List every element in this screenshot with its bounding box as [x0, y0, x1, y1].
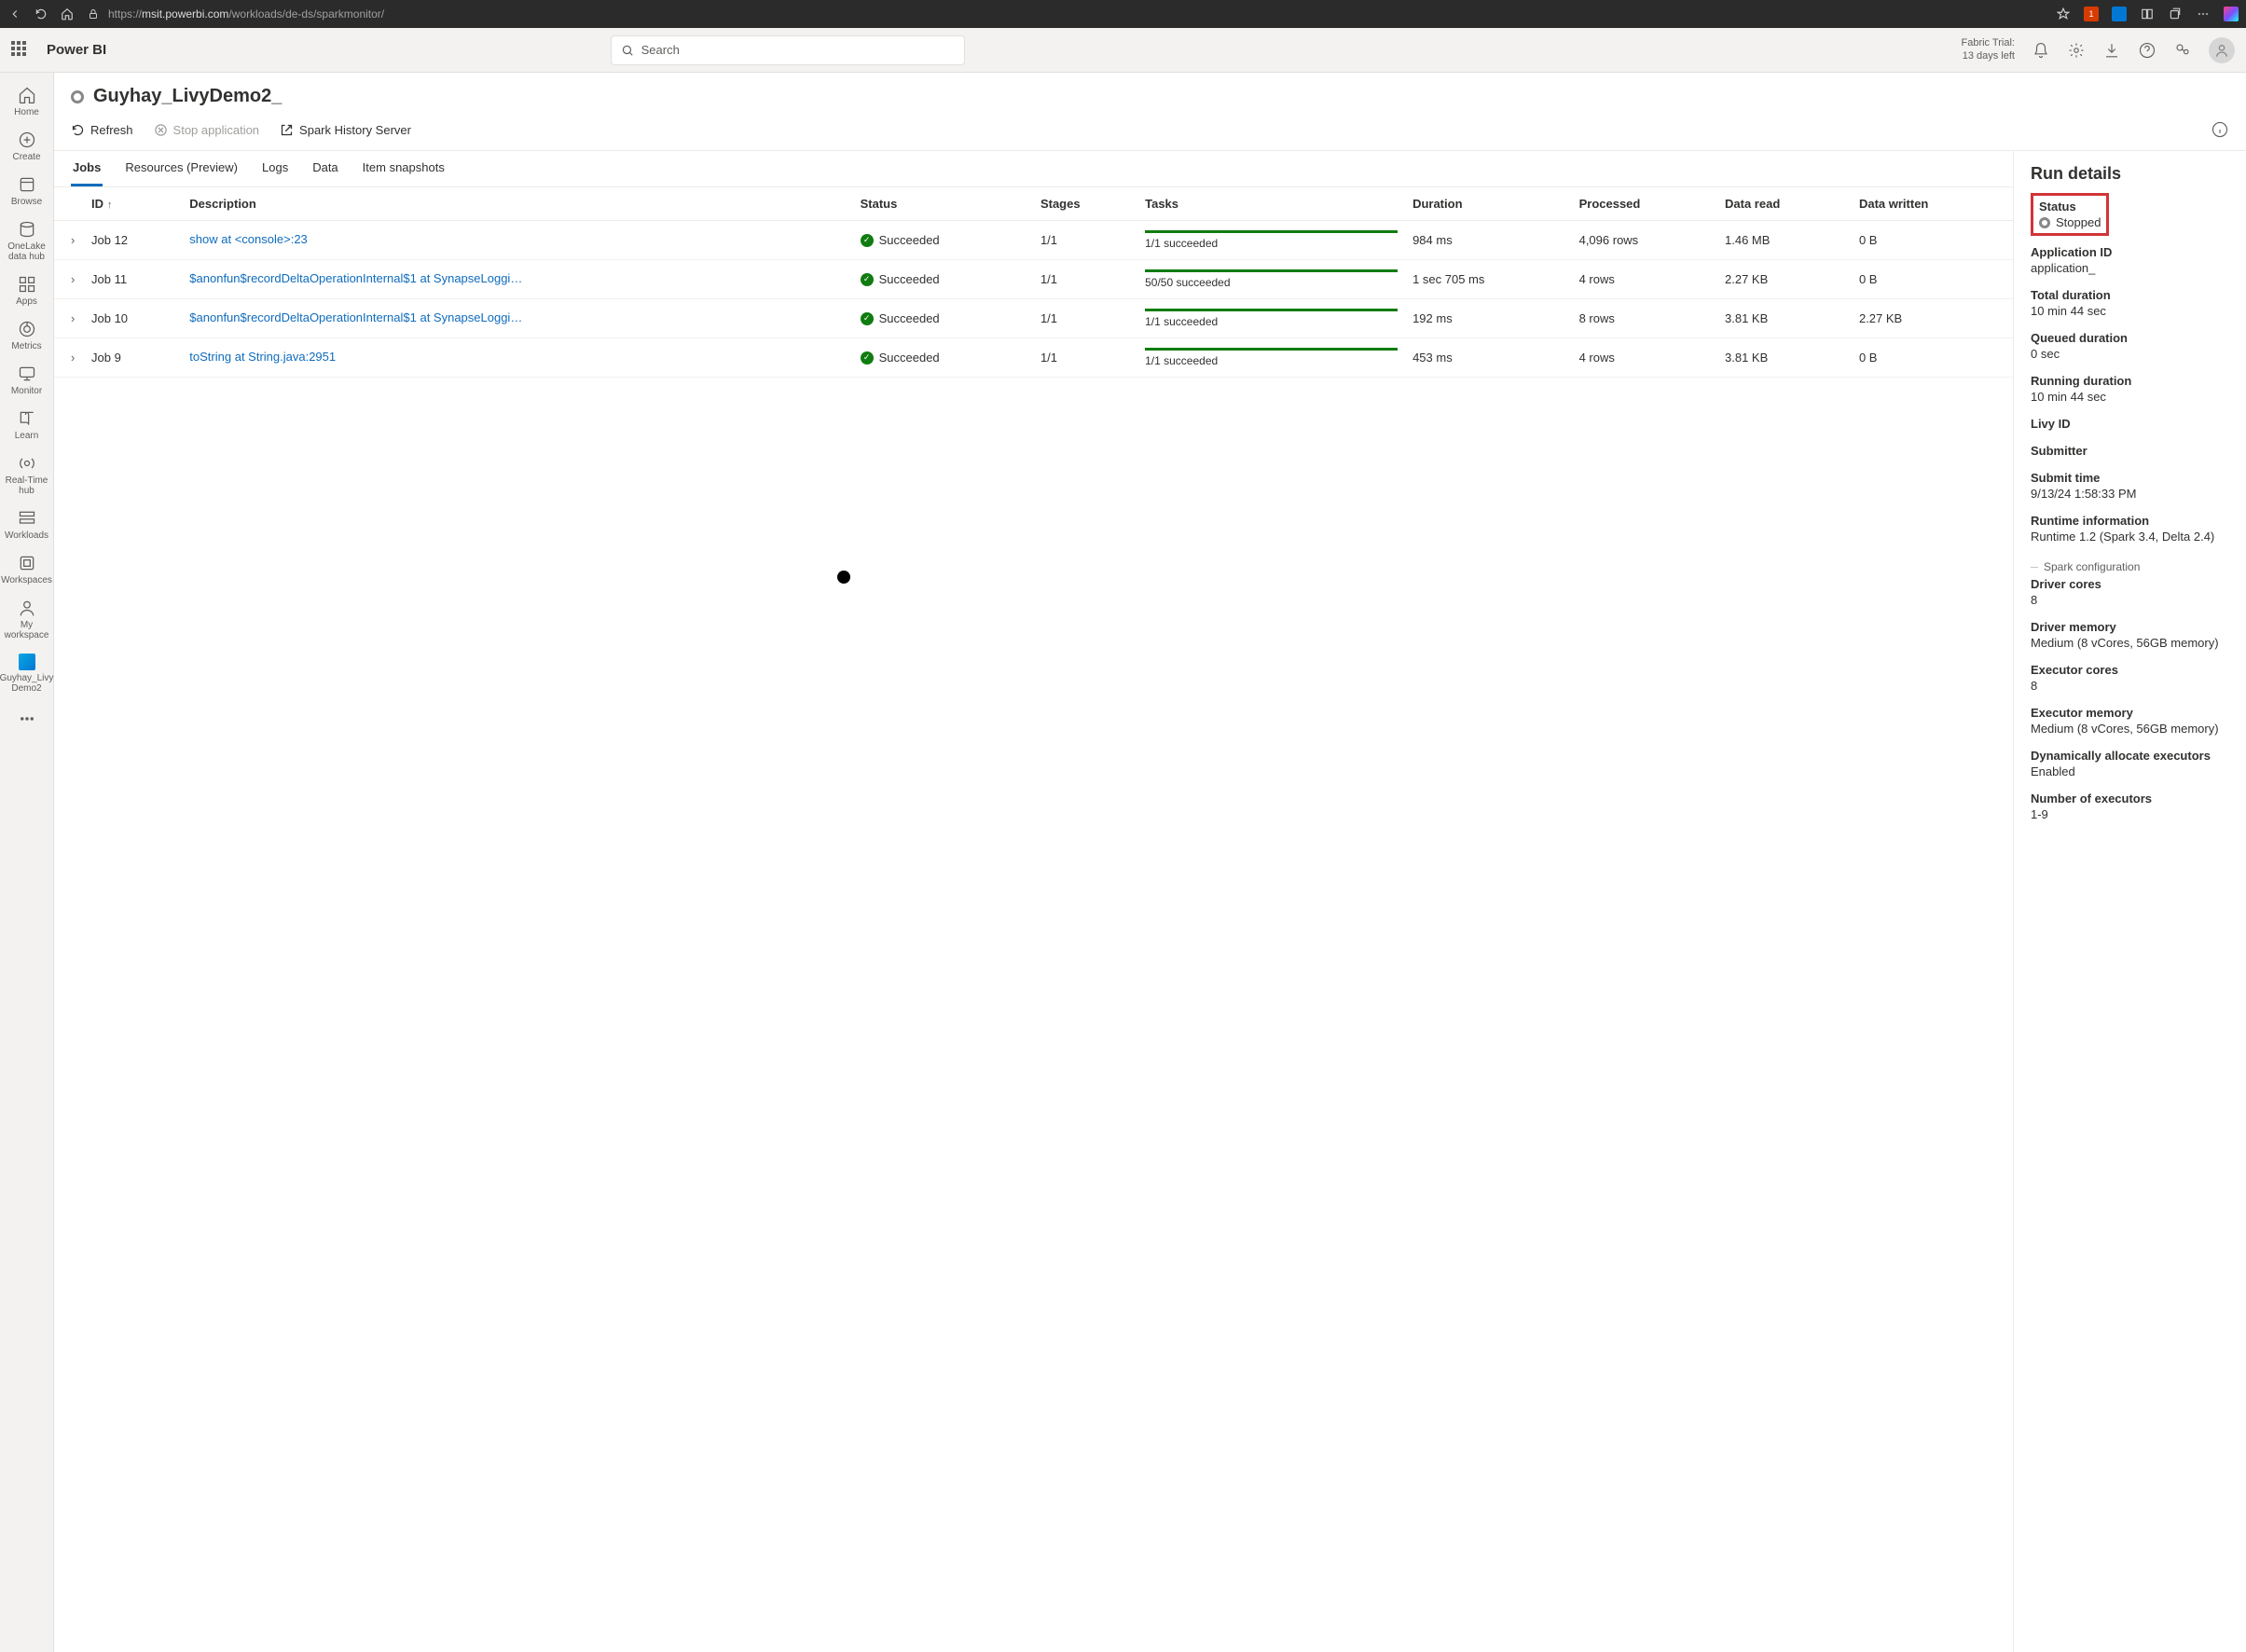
- tab-resources[interactable]: Resources (Preview): [123, 151, 240, 186]
- col-processed[interactable]: Processed: [1572, 187, 1717, 221]
- chevron-right-icon[interactable]: ›: [71, 351, 75, 365]
- back-button[interactable]: [7, 7, 22, 21]
- check-icon: ✓: [861, 351, 874, 365]
- job-description-link[interactable]: $anonfun$recordDeltaOperationInternal$1 …: [189, 271, 525, 285]
- tabs: Jobs Resources (Preview) Logs Data Item …: [54, 151, 2013, 187]
- rail-home[interactable]: Home: [2, 80, 52, 123]
- chevron-right-icon[interactable]: ›: [71, 233, 75, 247]
- more-icon[interactable]: [2196, 7, 2211, 21]
- info-icon[interactable]: [2211, 120, 2229, 139]
- trial-status[interactable]: Fabric Trial:13 days left: [1962, 37, 2015, 62]
- rail-onelake[interactable]: OneLake data hub: [2, 214, 52, 268]
- collections-icon[interactable]: [2168, 7, 2183, 21]
- left-nav-rail: Home Create Browse OneLake data hub Apps…: [0, 73, 54, 1652]
- feedback-icon[interactable]: [2173, 41, 2192, 60]
- notebook-icon: [19, 654, 35, 670]
- col-data-written[interactable]: Data written: [1852, 187, 2013, 221]
- extension-icon-1[interactable]: 1: [2084, 7, 2099, 21]
- table-row[interactable]: › Job 10 $anonfun$recordDeltaOperationInte…: [54, 299, 2013, 338]
- lock-icon: [86, 7, 101, 21]
- notifications-icon[interactable]: [2032, 41, 2050, 60]
- search-icon: [621, 44, 634, 57]
- col-stages[interactable]: Stages: [1033, 187, 1137, 221]
- tab-data[interactable]: Data: [310, 151, 339, 186]
- search-placeholder: Search: [641, 43, 680, 57]
- rail-learn[interactable]: Learn: [2, 404, 52, 447]
- history-server-button[interactable]: Spark History Server: [280, 123, 411, 137]
- rail-myworkspace[interactable]: My workspace: [2, 593, 52, 646]
- copilot-icon[interactable]: [2224, 7, 2239, 21]
- rail-realtime[interactable]: Real-Time hub: [2, 448, 52, 502]
- rail-workspaces[interactable]: Workspaces: [2, 548, 52, 591]
- job-description-link[interactable]: show at <console>:23: [189, 232, 307, 246]
- spark-config-toggle[interactable]: Spark configuration: [2031, 557, 2229, 577]
- chevron-right-icon[interactable]: ›: [71, 272, 75, 286]
- run-details-title: Run details: [2031, 164, 2229, 184]
- sort-asc-icon: ↑: [107, 200, 113, 211]
- application-id: application_: [2031, 261, 2229, 275]
- job-id: Job 11: [84, 260, 182, 299]
- url-text[interactable]: https://msit.powerbi.com/workloads/de-ds…: [108, 7, 384, 21]
- table-row[interactable]: › Job 11 $anonfun$recordDeltaOperationInte…: [54, 260, 2013, 299]
- rail-metrics[interactable]: Metrics: [2, 314, 52, 357]
- job-id: Job 9: [84, 338, 182, 378]
- browser-toolbar: https://msit.powerbi.com/workloads/de-ds…: [0, 0, 2246, 28]
- job-id: Job 10: [84, 299, 182, 338]
- favorite-icon[interactable]: [2056, 7, 2071, 21]
- app-header: Power BI Search Fabric Trial:13 days lef…: [0, 28, 2246, 73]
- split-screen-icon[interactable]: [2140, 7, 2155, 21]
- rail-pinned-item[interactable]: Guyhay_Livy Demo2: [2, 648, 52, 699]
- tab-logs[interactable]: Logs: [260, 151, 290, 186]
- settings-icon[interactable]: [2067, 41, 2086, 60]
- extension-icon-2[interactable]: [2112, 7, 2127, 21]
- rail-workloads[interactable]: Workloads: [2, 503, 52, 546]
- home-button[interactable]: [60, 7, 75, 21]
- status-highlight: Status Stopped: [2031, 193, 2109, 236]
- cursor: [837, 571, 850, 584]
- run-status-icon: [71, 90, 84, 103]
- stopped-icon: [2039, 217, 2050, 228]
- rail-more[interactable]: [2, 705, 52, 733]
- col-tasks[interactable]: Tasks: [1137, 187, 1405, 221]
- rail-create[interactable]: Create: [2, 125, 52, 168]
- col-description[interactable]: Description: [182, 187, 852, 221]
- chevron-right-icon[interactable]: ›: [71, 311, 75, 325]
- rail-browse[interactable]: Browse: [2, 170, 52, 213]
- run-details-panel: Run details Status Stopped Application I…: [2013, 151, 2246, 1652]
- tab-jobs[interactable]: Jobs: [71, 151, 103, 186]
- check-icon: ✓: [861, 312, 874, 325]
- jobs-table: ID↑ Description Status Stages Tasks Dura…: [54, 187, 2013, 378]
- help-icon[interactable]: [2138, 41, 2156, 60]
- check-icon: ✓: [861, 234, 874, 247]
- col-duration[interactable]: Duration: [1405, 187, 1572, 221]
- product-name[interactable]: Power BI: [47, 42, 106, 58]
- job-description-link[interactable]: $anonfun$recordDeltaOperationInternal$1 …: [189, 310, 525, 324]
- check-icon: ✓: [861, 273, 874, 286]
- search-input[interactable]: Search: [611, 35, 965, 65]
- page-title: Guyhay_LivyDemo2_: [93, 86, 282, 107]
- reload-button[interactable]: [34, 7, 48, 21]
- col-status[interactable]: Status: [853, 187, 1033, 221]
- download-icon[interactable]: [2102, 41, 2121, 60]
- waffle-icon[interactable]: [11, 41, 30, 60]
- avatar[interactable]: [2209, 37, 2235, 63]
- rail-monitor[interactable]: Monitor: [2, 359, 52, 402]
- col-id[interactable]: ID↑: [84, 187, 182, 221]
- table-row[interactable]: ›Job 12show at <console>:23✓Succeeded1/1…: [54, 221, 2013, 260]
- rail-apps[interactable]: Apps: [2, 269, 52, 312]
- refresh-button[interactable]: Refresh: [71, 123, 133, 137]
- stop-button: Stop application: [154, 123, 260, 137]
- col-data-read[interactable]: Data read: [1717, 187, 1852, 221]
- job-id: Job 12: [84, 221, 182, 260]
- job-description-link[interactable]: toString at String.java:2951: [189, 350, 336, 364]
- table-row[interactable]: ›Job 9toString at String.java:2951✓Succe…: [54, 338, 2013, 378]
- tab-snapshots[interactable]: Item snapshots: [361, 151, 447, 186]
